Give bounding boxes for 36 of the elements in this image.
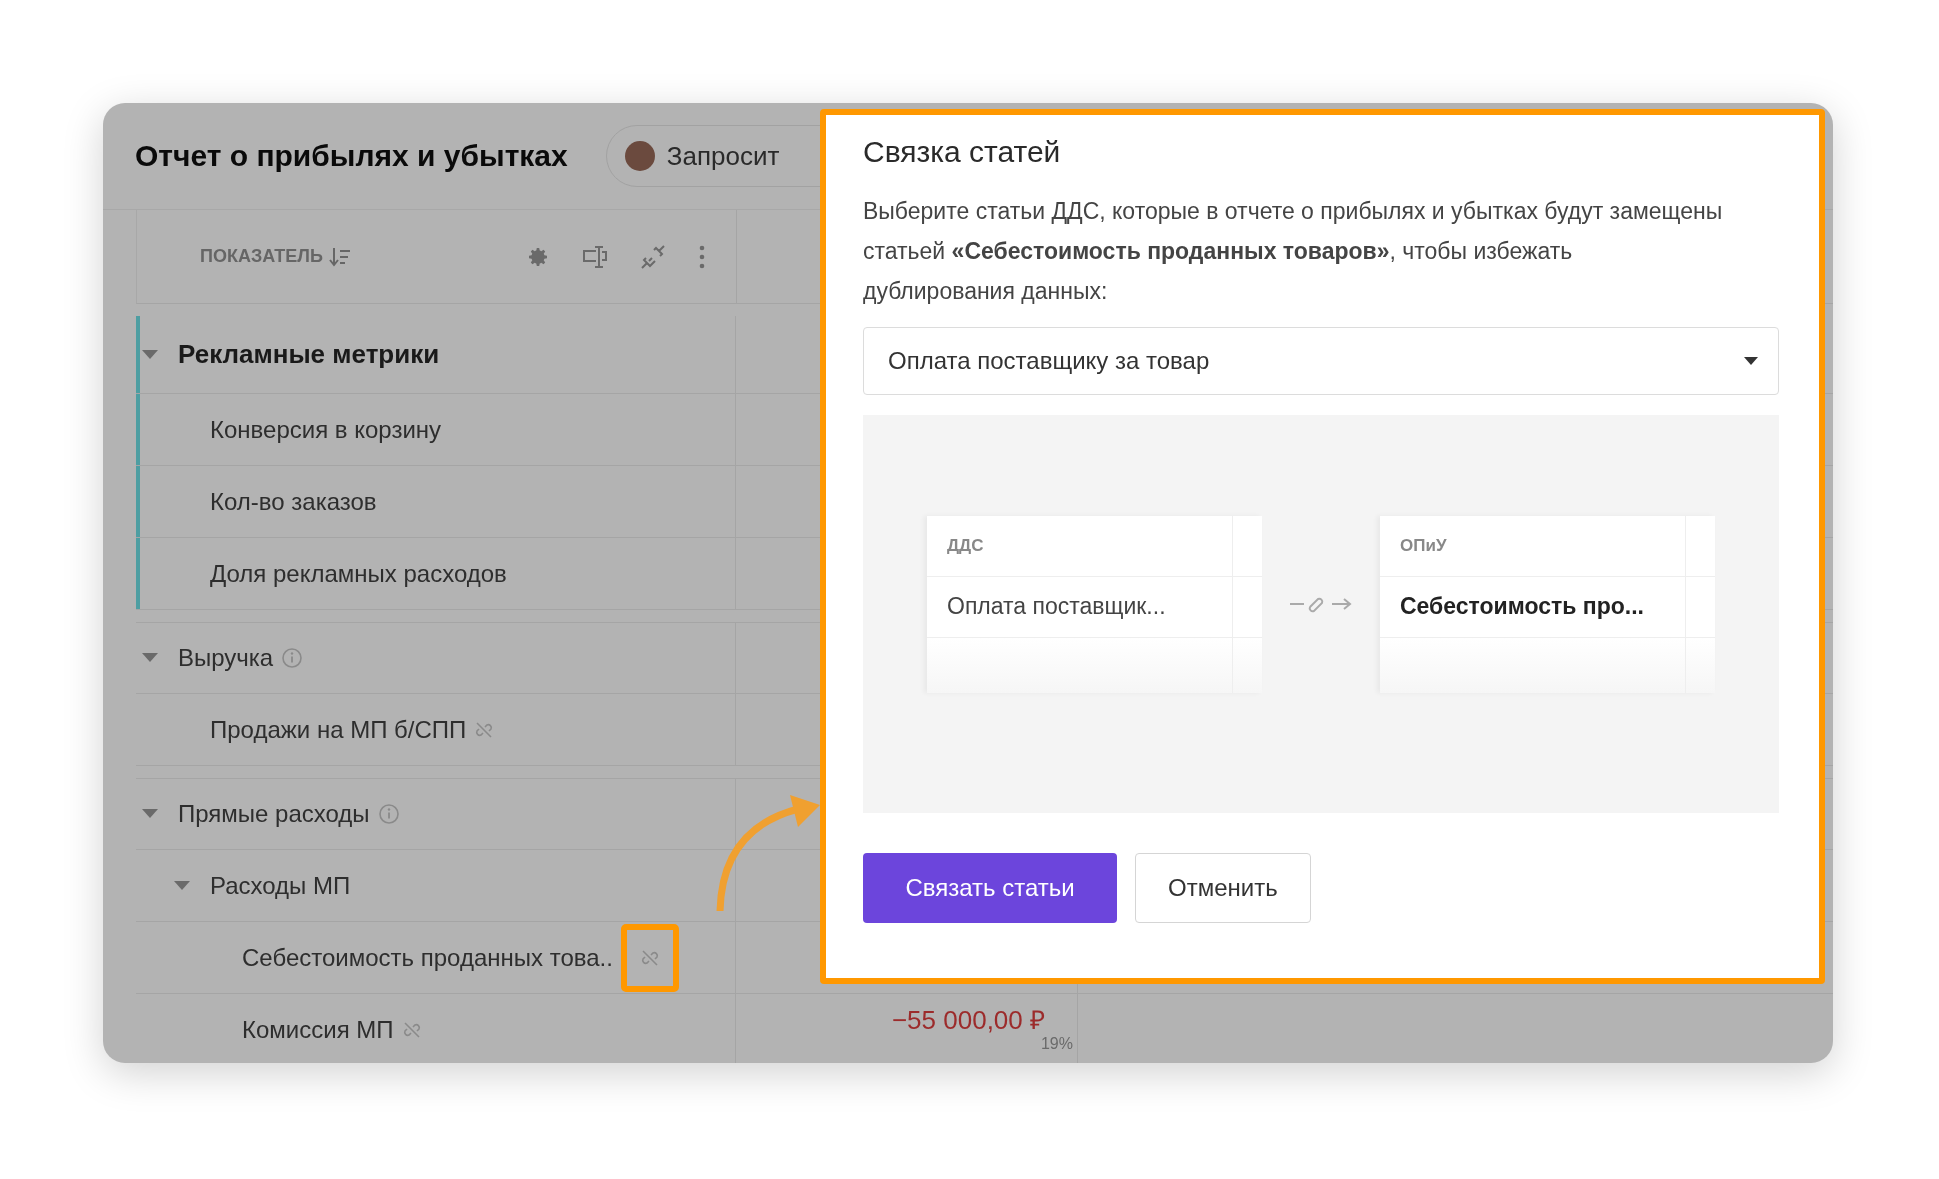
unlink-icon[interactable] — [639, 947, 660, 968]
row-label: Расходы МП — [210, 871, 351, 900]
info-icon[interactable] — [377, 803, 400, 825]
caret-icon[interactable] — [142, 349, 158, 360]
dialog-description: Выберите статьи ДДС, которые в отчете о прибылях и убытках будут замещены статьей «Себестоимость проданных товаров», чтобы избежать дублирования данных: — [863, 197, 1723, 306]
avatar-icon — [624, 141, 655, 171]
amount-value: −55 000,00 ₽ — [891, 1006, 1045, 1035]
row-label: Продажи на МП б/СПП — [210, 715, 467, 744]
row-label: Комиссия МП — [242, 1015, 394, 1044]
card-header: ОПиУ — [1380, 515, 1685, 577]
article-select[interactable]: Оплата поставщику за товар — [863, 327, 1779, 395]
sort-icon[interactable] — [328, 245, 351, 268]
page-title: Отчет о прибылях и убытках — [135, 139, 568, 173]
row-label: Себестоимость проданных това.. — [242, 943, 613, 972]
row-label: Рекламные метрики — [178, 339, 440, 370]
info-icon[interactable] — [281, 647, 304, 669]
row-label: Конверсия в корзину — [210, 415, 442, 444]
row-label: Доля рекламных расходов — [210, 559, 507, 588]
more-icon[interactable] — [698, 243, 706, 270]
card-value: Оплата поставщик... — [927, 576, 1232, 638]
row-label: Выручка — [178, 644, 274, 672]
row-label: Прямые расходы — [178, 800, 370, 828]
card-value: Себестоимость про... — [1380, 576, 1685, 638]
unlink-icon[interactable] — [401, 1019, 422, 1040]
unlink-icon[interactable] — [474, 719, 495, 740]
link-button[interactable]: Связать статьи — [863, 853, 1117, 923]
share-percent: 19% — [1040, 1034, 1073, 1053]
caret-icon[interactable] — [142, 653, 158, 663]
unlink-icon[interactable] — [640, 243, 666, 270]
caret-icon[interactable] — [142, 809, 158, 819]
card-header: ДДС — [927, 515, 1232, 577]
row-label: Кол-во заказов — [210, 487, 377, 516]
column-width-icon[interactable] — [582, 243, 608, 270]
dropdown-caret-icon — [1744, 357, 1758, 365]
caret-icon[interactable] — [174, 880, 190, 891]
cancel-button[interactable]: Отменить — [1135, 853, 1311, 923]
